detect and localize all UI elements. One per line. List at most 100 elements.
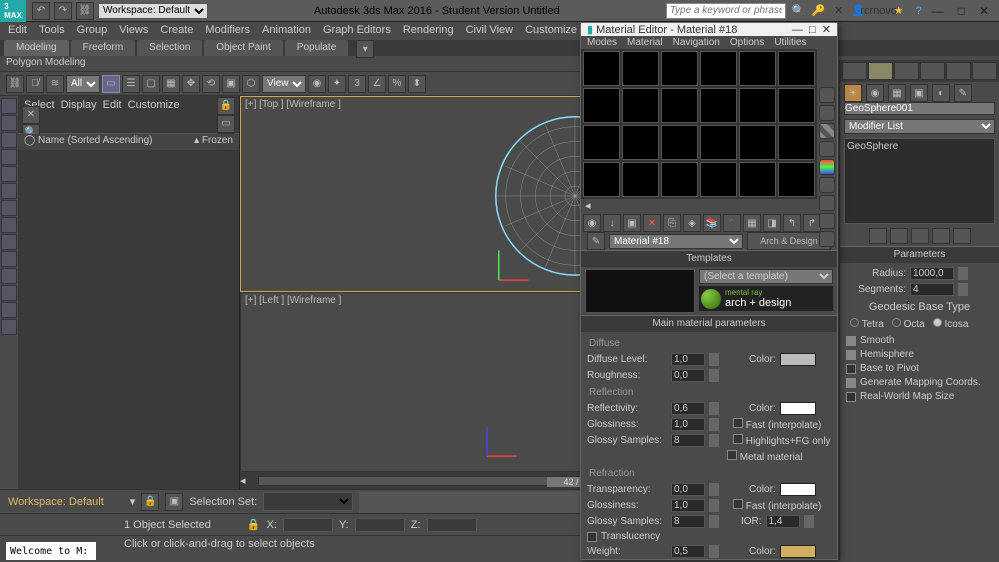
snap-toggle-icon[interactable]: 3 bbox=[348, 75, 366, 93]
params-header[interactable]: Parameters bbox=[840, 247, 999, 263]
select-object-icon[interactable]: ▭ bbox=[102, 75, 120, 93]
mat-slot[interactable] bbox=[583, 125, 620, 160]
put-to-scene-icon[interactable]: ↓ bbox=[603, 214, 621, 232]
ref-coord-select[interactable]: View bbox=[262, 75, 306, 93]
mat-slot[interactable] bbox=[661, 125, 698, 160]
rotate-icon[interactable]: ⟲ bbox=[202, 75, 220, 93]
trans-weight[interactable]: 0,5 bbox=[671, 545, 705, 558]
spinner-icon[interactable] bbox=[709, 483, 719, 496]
mat-name-select[interactable]: Material #18 bbox=[609, 234, 743, 249]
mat-titlebar[interactable]: ▮ Material Editor - Material #18 — □ ✕ bbox=[581, 23, 837, 36]
metal-check[interactable] bbox=[727, 450, 737, 460]
lt-6[interactable] bbox=[1, 183, 17, 199]
lt-12[interactable] bbox=[1, 285, 17, 301]
motion-tab-icon[interactable] bbox=[920, 62, 945, 80]
infocenter-icon[interactable]: 🔍 bbox=[792, 4, 806, 18]
object-name-field[interactable] bbox=[844, 102, 995, 115]
mat-slot[interactable] bbox=[661, 162, 698, 197]
create-tab-icon[interactable] bbox=[842, 62, 867, 80]
select-name-icon[interactable]: ☰ bbox=[122, 75, 140, 93]
fast-check[interactable] bbox=[733, 418, 743, 428]
lt-8[interactable] bbox=[1, 217, 17, 233]
reset-icon[interactable]: ✕ bbox=[643, 214, 661, 232]
lt-7[interactable] bbox=[1, 200, 17, 216]
trans-color[interactable] bbox=[780, 545, 816, 558]
ior[interactable]: 1,4 bbox=[766, 515, 800, 528]
roughness[interactable]: 0,0 bbox=[671, 369, 705, 382]
minimize-button[interactable]: — bbox=[932, 4, 944, 18]
mat-slot[interactable] bbox=[583, 51, 620, 86]
utilities-tab-icon[interactable] bbox=[972, 62, 997, 80]
spinner-icon[interactable] bbox=[709, 434, 719, 447]
lt-10[interactable] bbox=[1, 251, 17, 267]
spinner-icon[interactable] bbox=[709, 369, 719, 382]
mat-slot[interactable] bbox=[583, 88, 620, 123]
spinner-icon[interactable] bbox=[709, 418, 719, 431]
diffuse-color[interactable] bbox=[780, 353, 816, 366]
octa-radio[interactable] bbox=[892, 318, 901, 327]
maximize-button[interactable]: □ bbox=[958, 4, 965, 18]
modify-tab-icon[interactable] bbox=[868, 62, 893, 80]
placement-icon[interactable]: ⬡ bbox=[242, 75, 260, 93]
scene-header[interactable]: ◯ Name (Sorted Ascending) ▴ Frozen bbox=[18, 134, 239, 150]
show-end-icon[interactable]: ◨ bbox=[763, 214, 781, 232]
options-icon[interactable] bbox=[819, 195, 835, 211]
close-button[interactable]: ✕ bbox=[979, 4, 989, 18]
mat-options[interactable]: Options bbox=[730, 37, 764, 48]
lt-2[interactable] bbox=[1, 115, 17, 131]
move-icon[interactable]: ✥ bbox=[182, 75, 200, 93]
menu-grapheditors[interactable]: Graph Editors bbox=[323, 24, 391, 38]
mat-slot[interactable] bbox=[778, 51, 815, 86]
config-icon[interactable] bbox=[953, 228, 971, 244]
menu-group[interactable]: Group bbox=[77, 24, 108, 38]
backlight-icon[interactable] bbox=[819, 105, 835, 121]
lt-1[interactable] bbox=[1, 98, 17, 114]
mat-max-icon[interactable]: □ bbox=[809, 24, 816, 36]
selset-select[interactable] bbox=[263, 492, 353, 511]
scale-icon[interactable]: ▣ bbox=[222, 75, 240, 93]
tab-selection[interactable]: Selection bbox=[137, 40, 202, 56]
mat-utilities[interactable]: Utilities bbox=[774, 37, 806, 48]
menu-views[interactable]: Views bbox=[119, 24, 148, 38]
selection-filter[interactable]: All bbox=[66, 75, 100, 93]
slider-left-icon[interactable]: ◂ bbox=[240, 474, 246, 487]
assign-icon[interactable]: ▣ bbox=[623, 214, 641, 232]
mat-slot[interactable] bbox=[778, 125, 815, 160]
transparency[interactable]: 0,0 bbox=[671, 483, 705, 496]
material-slots[interactable] bbox=[581, 49, 817, 199]
unlink-icon[interactable]: ⛓̸ bbox=[26, 75, 44, 93]
diffuse-level[interactable]: 1,0 bbox=[671, 353, 705, 366]
unique-icon[interactable] bbox=[911, 228, 929, 244]
menu-tools[interactable]: Tools bbox=[39, 24, 65, 38]
se-display[interactable]: Display bbox=[61, 99, 97, 111]
pivot-icon[interactable]: ◉ bbox=[308, 75, 326, 93]
mat-slot[interactable] bbox=[661, 51, 698, 86]
link-icon[interactable]: ⛓ bbox=[76, 2, 94, 20]
manipulate-icon[interactable]: ✦ bbox=[328, 75, 346, 93]
spinner-icon[interactable] bbox=[804, 515, 814, 528]
copy-icon[interactable]: ⎘ bbox=[663, 214, 681, 232]
rect-region-icon[interactable]: ▢ bbox=[142, 75, 160, 93]
show-map-icon[interactable]: ▦ bbox=[743, 214, 761, 232]
mat-min-icon[interactable]: — bbox=[792, 24, 803, 36]
matlib-icon[interactable] bbox=[819, 231, 835, 247]
lt-4[interactable] bbox=[1, 149, 17, 165]
mat-slot[interactable] bbox=[622, 125, 659, 160]
percent-snap-icon[interactable]: % bbox=[388, 75, 406, 93]
spinner-snap-icon[interactable]: ⬍ bbox=[408, 75, 426, 93]
mat-slot[interactable] bbox=[739, 125, 776, 160]
se-close-icon[interactable]: ✕ bbox=[22, 106, 40, 124]
video-check-icon[interactable] bbox=[819, 159, 835, 175]
radius[interactable]: 1000,0 bbox=[910, 267, 954, 280]
menu-edit[interactable]: Edit bbox=[8, 24, 27, 38]
spinner-icon[interactable] bbox=[709, 402, 719, 415]
scene-list[interactable] bbox=[18, 150, 239, 489]
icosa-radio[interactable] bbox=[933, 318, 942, 327]
mat-slot[interactable] bbox=[700, 51, 737, 86]
rw-check[interactable] bbox=[846, 392, 856, 402]
selset-lock-icon[interactable]: 🔒 bbox=[141, 493, 159, 511]
se-edit[interactable]: Edit bbox=[103, 99, 122, 111]
se-view-icon[interactable]: ▭ bbox=[217, 115, 235, 133]
menu-animation[interactable]: Animation bbox=[262, 24, 311, 38]
app-logo[interactable]: 3MAX bbox=[0, 0, 26, 22]
